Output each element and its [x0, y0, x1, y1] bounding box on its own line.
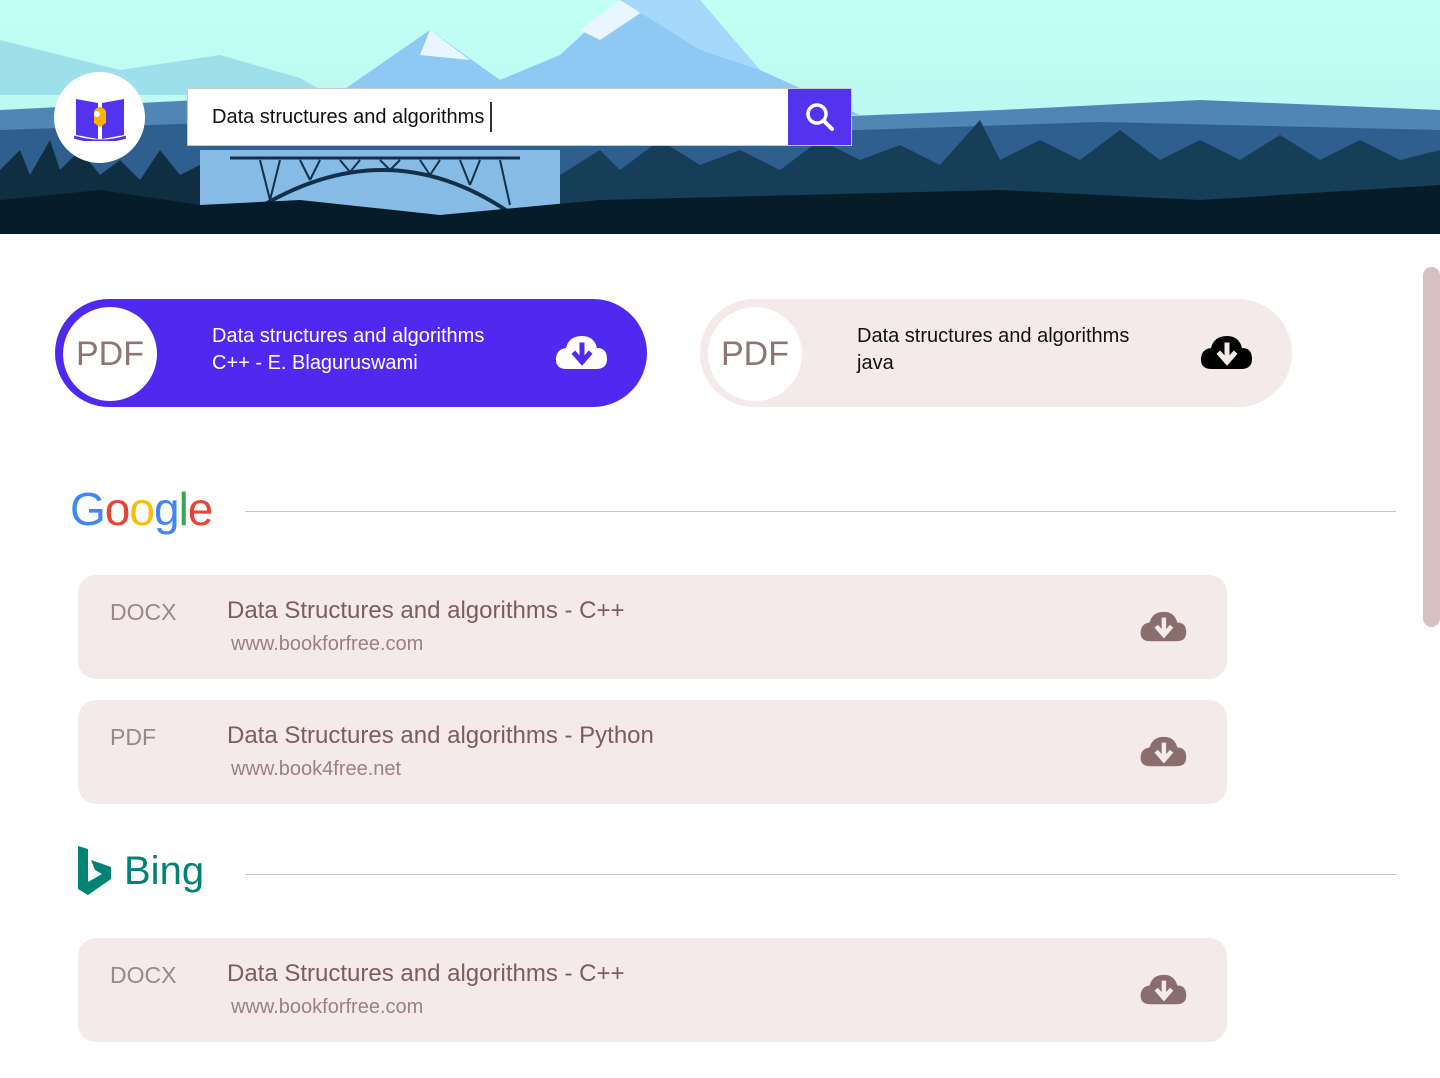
result-format: DOCX: [110, 599, 177, 625]
featured-title-block: Data structures and algorithms C++ - E. …: [212, 323, 542, 377]
search-bar: Data structures and algorithms: [187, 88, 852, 146]
search-input-value[interactable]: Data structures and algorithms: [212, 106, 484, 129]
result-url[interactable]: www.book4free.net: [231, 758, 401, 781]
featured-subtitle: java: [857, 352, 894, 374]
app-logo[interactable]: [54, 72, 145, 163]
bing-icon: [78, 846, 111, 895]
format-badge: PDF: [63, 307, 157, 401]
result-item[interactable]: DOCX Data Structures and algorithms - C+…: [78, 938, 1227, 1042]
google-section-header: Google: [70, 483, 213, 535]
bing-logo: Bing: [78, 846, 204, 896]
result-title[interactable]: Data Structures and algorithms - C++: [227, 597, 625, 625]
bing-wordmark: Bing: [124, 848, 205, 893]
result-url[interactable]: www.bookforfree.com: [231, 633, 423, 656]
format-badge: PDF: [708, 307, 802, 401]
result-format: DOCX: [110, 962, 177, 988]
featured-title-block: Data structures and algorithms java: [857, 323, 1187, 377]
featured-card-1[interactable]: PDF Data structures and algorithms C++ -…: [55, 299, 647, 407]
search-icon: [805, 103, 834, 131]
result-url[interactable]: www.bookforfree.com: [231, 996, 423, 1019]
cloud-download-icon[interactable]: [1138, 970, 1188, 1010]
featured-title: Data structures and algorithms: [857, 325, 1130, 347]
cloud-download-icon[interactable]: [1198, 331, 1254, 375]
featured-subtitle: C++ - E. Blaguruswami: [212, 352, 418, 374]
cloud-download-icon[interactable]: [553, 331, 609, 375]
section-divider: [245, 874, 1396, 875]
search-input[interactable]: Data structures and algorithms: [188, 89, 788, 145]
cloud-download-icon[interactable]: [1138, 732, 1188, 772]
vertical-scrollbar-thumb[interactable]: [1423, 267, 1440, 627]
featured-title: Data structures and algorithms: [212, 325, 485, 347]
result-format: PDF: [110, 724, 156, 750]
text-caret: [490, 102, 493, 132]
result-title[interactable]: Data Structures and algorithms - Python: [227, 722, 654, 750]
open-book-icon: [73, 98, 126, 141]
bing-section-header: Bing: [78, 846, 204, 896]
header-banner: Data structures and algorithms: [0, 0, 1440, 234]
result-title[interactable]: Data Structures and algorithms - C++: [227, 960, 625, 988]
featured-card-2[interactable]: PDF Data structures and algorithms java: [700, 299, 1292, 407]
result-item[interactable]: DOCX Data Structures and algorithms - C+…: [78, 575, 1227, 679]
cloud-download-icon[interactable]: [1138, 607, 1188, 647]
section-divider: [245, 511, 1396, 512]
google-logo: Google: [70, 483, 213, 535]
search-button[interactable]: [788, 89, 851, 145]
result-item[interactable]: PDF Data Structures and algorithms - Pyt…: [78, 700, 1227, 804]
